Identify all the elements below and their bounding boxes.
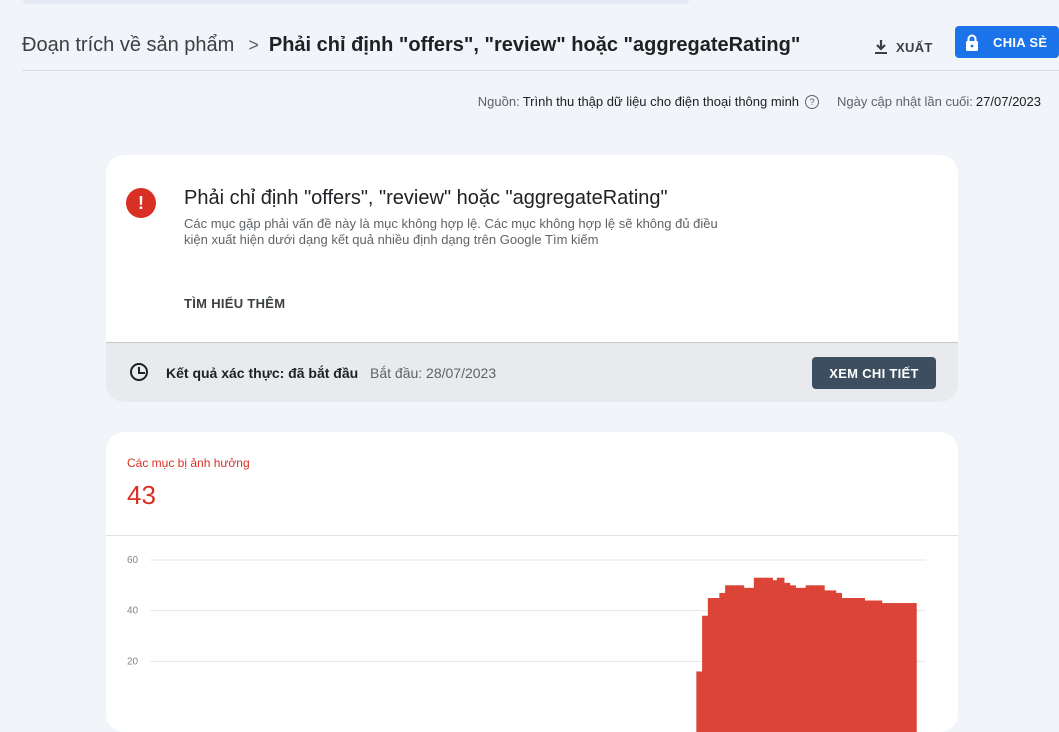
page-title: Phải chỉ định "offers", "review" hoặc "a… — [268, 34, 801, 56]
issue-title: Phải chỉ định "offers", "review" hoặc "a… — [184, 187, 668, 209]
breadcrumb-separator: > — [248, 35, 259, 55]
page-header: Đoạn trích về sản phẩm > Phải chỉ định "of… — [22, 26, 1059, 71]
download-icon — [875, 40, 887, 54]
affected-items-label: Các mục bị ảnh hưởng — [127, 456, 250, 470]
learn-more-link[interactable]: TÌM HIỂU THÊM — [184, 296, 285, 311]
clock-icon — [130, 363, 148, 381]
y-tick-label: 40 — [127, 606, 139, 617]
issue-card: ! Phải chỉ định "offers", "review" hoặc … — [106, 155, 958, 402]
source-label: Nguồn: — [477, 94, 520, 109]
share-label: CHIA SẺ — [993, 34, 1048, 50]
lock-icon — [966, 34, 978, 51]
export-button[interactable]: XUẤT — [874, 34, 933, 60]
breadcrumb: Đoạn trích về sản phẩm > Phải chỉ định "of… — [22, 34, 800, 57]
help-icon[interactable]: ? — [805, 94, 820, 109]
share-button[interactable]: CHIA SẺ — [955, 26, 1059, 58]
affected-items-card: Các mục bị ảnh hưởng 43 60 40 20 — [106, 432, 958, 732]
updated-value: 27/07/2023 — [975, 94, 1041, 109]
source-value: Trình thu thập dữ liệu cho điện thoại th… — [522, 94, 800, 109]
top-search-bar-edge — [22, 0, 690, 4]
updated-label: Ngày cập nhật lần cuối: — [837, 94, 973, 109]
validation-start-date: Bắt đầu: 28/07/2023 — [370, 365, 497, 381]
export-label: XUẤT — [896, 39, 933, 55]
report-meta: Nguồn: Trình thu thập dữ liệu cho điện t… — [478, 94, 1041, 109]
chart-bar[interactable] — [909, 603, 917, 732]
breadcrumb-parent-link[interactable]: Đoạn trích về sản phẩm — [22, 34, 234, 56]
affected-items-count: 43 — [127, 480, 156, 510]
y-tick-label: 20 — [127, 656, 139, 667]
affected-items-chart: 60 40 20 — [127, 555, 926, 732]
validation-bar: Kết quả xác thực: đã bắt đầu Bắt đầu: 28… — [106, 342, 958, 402]
error-icon: ! — [126, 188, 156, 218]
issue-description: Các mục gặp phải vấn đề này là mục không… — [184, 216, 718, 247]
see-details-button[interactable]: XEM CHI TIẾT — [812, 357, 936, 389]
validation-status: Kết quả xác thực: đã bắt đầu — [166, 365, 359, 381]
y-tick-label: 60 — [127, 555, 139, 566]
